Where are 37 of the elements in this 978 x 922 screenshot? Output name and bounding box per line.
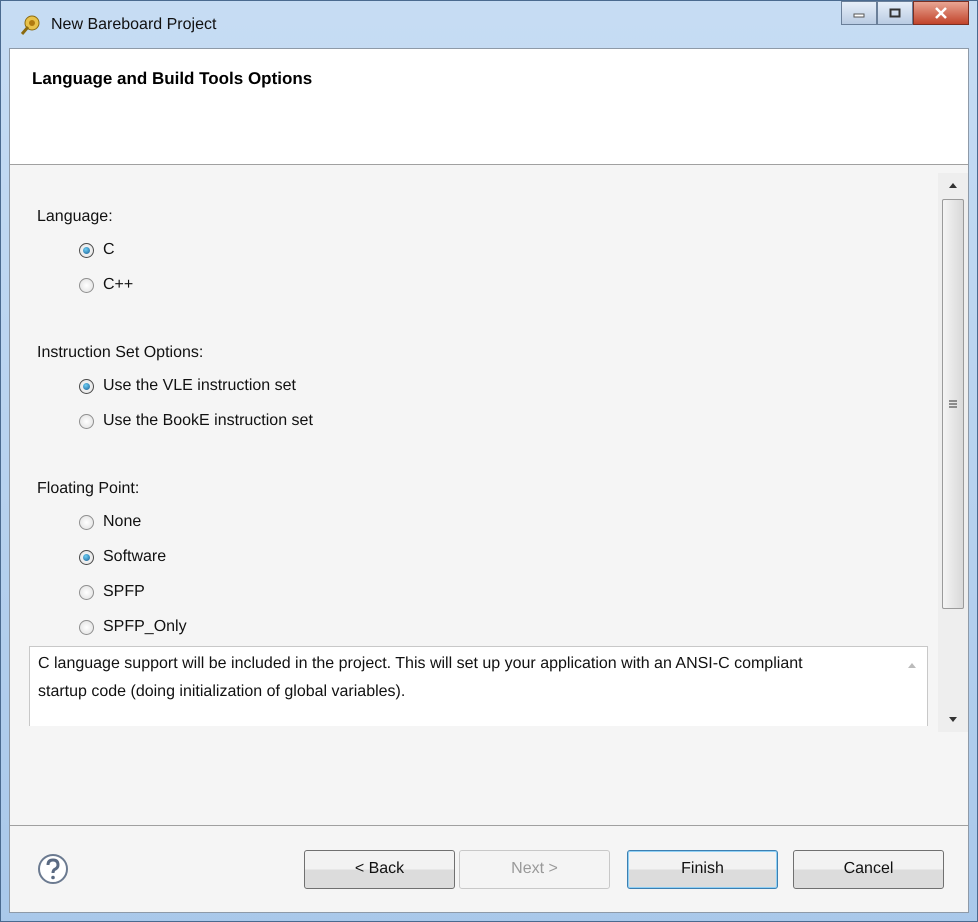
radio-button[interactable] [79, 242, 94, 258]
scroll-down-icon[interactable] [948, 716, 958, 724]
help-icon[interactable] [37, 853, 69, 885]
group-label: Language: [37, 207, 113, 227]
radio-option[interactable]: Use the VLE instruction set [79, 376, 296, 396]
group-label: Floating Point: [37, 479, 140, 499]
page-title: Language and Build Tools Options [32, 69, 312, 88]
grip-icon [948, 399, 958, 409]
radio-option[interactable]: C++ [79, 275, 134, 295]
radio-button[interactable] [79, 278, 94, 292]
radio-button[interactable] [79, 414, 94, 428]
close-icon [934, 7, 948, 19]
radio-option[interactable]: SPFP [79, 582, 145, 602]
close-button[interactable] [913, 1, 969, 25]
scrollbar-thumb[interactable] [942, 199, 964, 609]
window-title: New Bareboard Project [51, 16, 216, 34]
maximize-button[interactable] [877, 1, 913, 25]
radio-option[interactable]: SPFP_Only [79, 617, 187, 637]
radio-option[interactable]: Software [79, 547, 166, 567]
scroll-up-icon[interactable] [948, 181, 958, 189]
radio-button[interactable] [79, 550, 94, 564]
vertical-scrollbar[interactable] [938, 173, 968, 732]
radio-option[interactable]: None [79, 512, 142, 532]
group-label: Instruction Set Options: [37, 343, 204, 363]
dialog-button[interactable]: Finish [627, 850, 778, 888]
dialog-button[interactable]: < Back [304, 850, 455, 888]
radio-button[interactable] [79, 584, 94, 600]
description-text: C language support will be included in the project. This will set up your application with an ANSI-C compliant startup code (doing initialization of global variables). [38, 654, 804, 702]
radio-option[interactable]: Use the BookE instruction set [79, 411, 313, 431]
minimize-button[interactable] [841, 1, 877, 25]
maximize-icon [889, 8, 901, 18]
radio-button[interactable] [79, 514, 94, 530]
dialog-button[interactable]: Cancel [793, 850, 944, 888]
radio-button[interactable] [79, 378, 94, 394]
scroll-up-icon [907, 661, 917, 669]
radio-option[interactable]: C [79, 240, 115, 260]
radio-button[interactable] [79, 620, 94, 634]
